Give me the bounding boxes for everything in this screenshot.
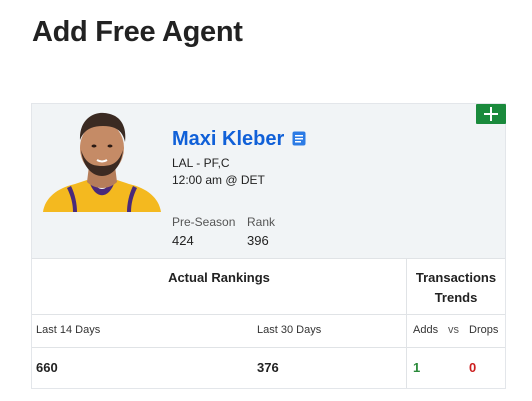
preseason-label: Pre-Season (172, 215, 236, 229)
player-team-position: LAL - PF,C (172, 156, 230, 170)
rank-last-30-days: 376 (257, 360, 279, 375)
rank-last-14-days: 660 (36, 360, 58, 375)
adds-value: 1 (413, 360, 421, 375)
notes-icon[interactable] (292, 131, 306, 146)
preseason-value: 424 (172, 233, 194, 248)
actual-rankings-header: Actual Rankings (168, 270, 270, 285)
col-last-30-days: Last 30 Days (257, 324, 322, 336)
table-divider (32, 314, 505, 315)
player-game-info: 12:00 am @ DET (172, 173, 265, 187)
add-player-button[interactable] (476, 104, 506, 124)
col-adds: Adds (413, 324, 439, 336)
table-divider (32, 347, 505, 348)
rank-value: 396 (247, 233, 269, 248)
page-title: Add Free Agent (32, 16, 243, 48)
transactions-header: Transactions Trends (415, 270, 497, 305)
col-drops: Drops (469, 324, 499, 336)
col-last-14-days: Last 14 Days (36, 324, 101, 336)
rank-label: Rank (247, 215, 276, 229)
player-name-link[interactable]: Maxi Kleber (172, 128, 284, 151)
drops-value: 0 (469, 360, 477, 375)
col-vs: vs (448, 324, 459, 336)
player-photo (43, 112, 161, 212)
table-divider (32, 258, 505, 259)
